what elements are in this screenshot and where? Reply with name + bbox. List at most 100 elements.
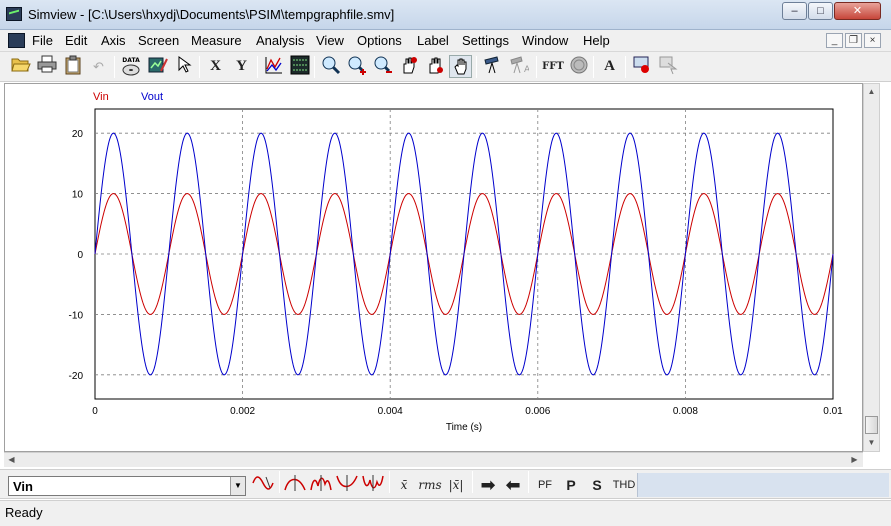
menu-analysis[interactable]: Analysis [256,33,304,48]
menu-window[interactable]: Window [522,33,568,48]
menu-edit[interactable]: Edit [65,33,87,48]
scroll-down-arrow[interactable]: ▼ [864,435,879,451]
legend-vin[interactable]: Vin [93,91,109,103]
copy-icon [659,56,677,75]
y-axis-button[interactable]: Y [230,55,253,78]
label-button[interactable] [630,55,653,78]
menu-settings[interactable]: Settings [462,33,509,48]
sine-wave-icon [252,476,274,490]
zoom-button[interactable] [319,55,342,78]
simview-app-icon[interactable] [6,7,22,21]
select-button[interactable] [173,55,196,78]
legend-vout[interactable]: Vout [141,91,163,103]
graph-area[interactable]: 0 0.002 0.004 0.006 0.008 0.01 -20 -10 0 10 20 Time… [4,83,863,452]
x-tick-label: 0.002 [230,406,255,417]
measure-button[interactable] [481,55,504,78]
min-button[interactable] [423,55,446,78]
max-hand-icon [403,57,417,74]
pf-label: PF [537,479,553,491]
menu-label[interactable]: Label [417,33,449,48]
telescope-icon [483,56,499,74]
open-icon [10,58,31,72]
vertical-scroll-thumb[interactable] [865,416,878,434]
vertical-scrollbar[interactable]: ▲ ▼ [863,83,880,452]
pointer-icon [178,56,192,73]
arrow-left-icon: ⬅ [505,475,521,495]
scroll-right-arrow[interactable]: ▶ [847,452,862,468]
rms-button[interactable]: rms [418,474,442,496]
select-curve-button[interactable] [251,474,275,496]
local-min-button[interactable] [335,474,359,496]
mean-icon: x̄ [400,478,408,492]
pf-button[interactable]: PF [533,474,557,496]
minimize-button[interactable]: – [782,2,807,20]
y-tick-label: 10 [72,190,84,201]
p-button[interactable]: P [560,474,582,496]
mean-button[interactable]: x̄ [394,474,414,496]
scroll-up-arrow[interactable]: ▲ [864,84,879,100]
s-button[interactable]: S [586,474,608,496]
series-line-vout[interactable] [94,132,834,376]
data-icon-label: DATA [122,57,140,64]
toolbar-separator [476,56,477,78]
next-button[interactable]: ➡ [477,474,499,496]
undo-button[interactable]: ↶ [87,55,110,78]
data-button[interactable]: DATA [119,55,142,78]
toolbar-separator [279,471,280,493]
edit-curve-button[interactable] [146,55,169,78]
print-button[interactable] [35,55,58,78]
text-button[interactable]: A [598,55,621,78]
menu-options[interactable]: Options [357,33,402,48]
global-max-button[interactable] [309,474,333,496]
menu-help[interactable]: Help [583,33,610,48]
document-menu-icon[interactable] [8,33,25,48]
menu-screen[interactable]: Screen [138,33,179,48]
menu-file[interactable]: File [32,33,53,48]
copy-clipboard-button[interactable] [61,55,84,78]
waveform-chart[interactable]: 0 0.002 0.004 0.006 0.008 0.01 -20 -10 0 10 20 Time… [5,84,862,451]
global-min-button[interactable] [361,474,385,496]
close-button[interactable]: ✕ [834,2,881,20]
global-min-icon [362,475,384,491]
open-button[interactable] [9,55,32,78]
curve-select[interactable]: Vin ▼ [8,476,246,496]
grid-toggle-button[interactable] [288,55,311,78]
add-graph-button[interactable] [262,55,285,78]
zoom-out-button[interactable] [371,55,394,78]
x-axis-icon: X [210,58,221,74]
child-restore-button[interactable]: ❐ [845,33,862,48]
thd-label: THD [612,479,636,491]
menu-view[interactable]: View [316,33,344,48]
maximize-button[interactable]: □ [808,2,833,20]
x-axis-label: Time (s) [446,422,482,433]
status-bar: Ready [0,500,891,526]
menu-measure[interactable]: Measure [191,33,242,48]
thd-button[interactable]: THD [611,474,637,496]
fill-button[interactable] [567,55,590,78]
toolbar-separator [528,471,529,493]
fill-icon [570,56,587,74]
horizontal-scrollbar[interactable]: ◀ ▶ [4,452,863,467]
x-axis-button[interactable]: X [204,55,227,78]
toolbar-filler [637,473,889,497]
zoom-in-button[interactable] [345,55,368,78]
chevron-down-icon[interactable]: ▼ [230,477,245,495]
marker-button[interactable]: A [507,55,531,78]
title-bar[interactable]: Simview - [C:\Users\hxydj\Documents\PSIM… [0,0,891,30]
abs-mean-button[interactable]: |x̄| [445,474,467,496]
child-close-button[interactable]: × [864,33,881,48]
x-tick-label: 0.01 [823,406,843,417]
curve-select-value: Vin [13,479,33,494]
scroll-left-arrow[interactable]: ◀ [4,452,19,468]
menu-axis[interactable]: Axis [101,33,126,48]
child-minimize-button[interactable]: _ [826,33,843,48]
pan-button[interactable] [449,55,472,78]
print-icon [37,55,56,73]
local-max-button[interactable] [283,474,307,496]
zoom-in-icon [348,56,366,75]
copy-button[interactable] [656,55,679,78]
fft-button[interactable]: FFT [541,55,565,78]
max-button[interactable] [397,55,420,78]
y-tick-label: 20 [72,129,84,140]
previous-button[interactable]: ⬅ [502,474,524,496]
